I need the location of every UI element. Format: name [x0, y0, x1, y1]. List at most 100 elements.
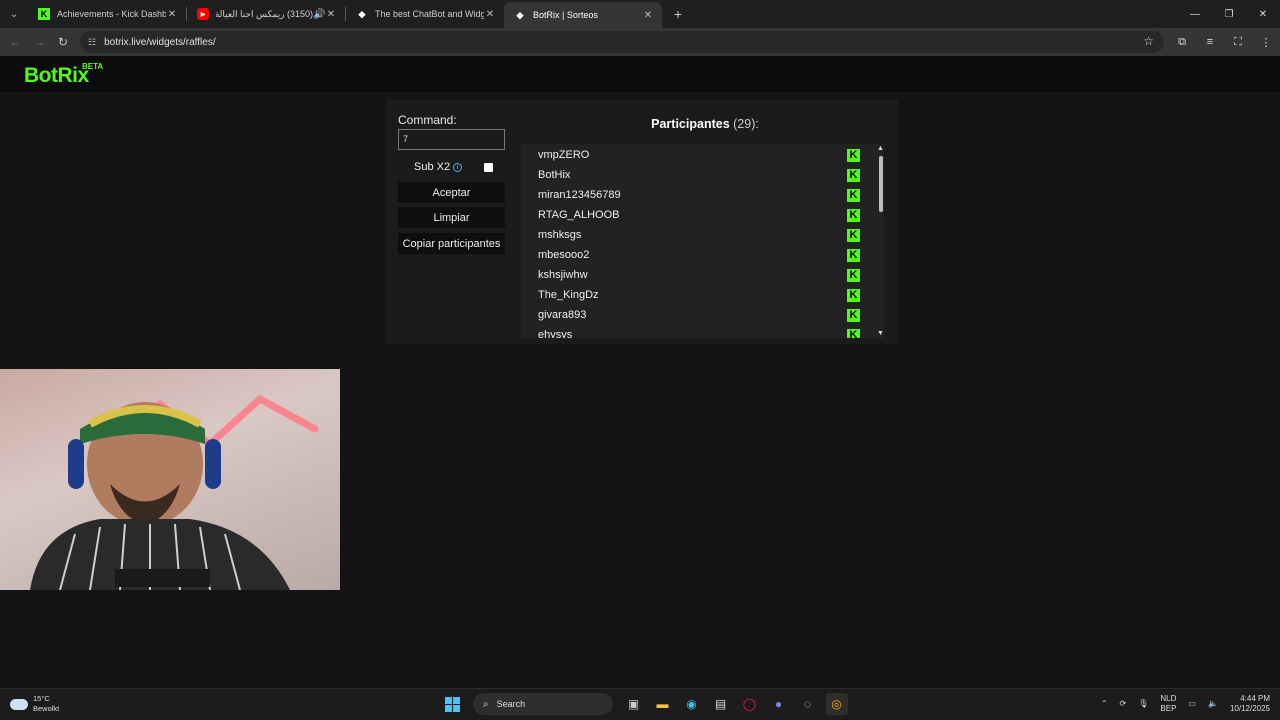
kick-icon: K	[847, 209, 860, 222]
youtube-icon: ▶	[197, 8, 209, 20]
microphone-icon[interactable]: 🎙	[1138, 699, 1148, 709]
close-tab-icon[interactable]: ✕	[642, 10, 654, 21]
accept-button[interactable]: Aceptar	[398, 182, 505, 203]
minimize-icon[interactable]: —	[1178, 0, 1212, 28]
list-item[interactable]: vmpZERO K	[522, 145, 884, 165]
weather-temp: 15°C	[33, 694, 50, 703]
list-item[interactable]: ehysys K	[522, 325, 884, 338]
reading-list-icon[interactable]: ≡	[1196, 36, 1224, 48]
page-content: BotRix BETA Command: 7 Sub X2 i Aceptar …	[0, 56, 1280, 688]
search-icon: ⌕	[483, 698, 489, 710]
chrome-icon[interactable]: ◎	[825, 693, 848, 715]
list-item[interactable]: mshksgs K	[522, 225, 884, 245]
tab-kick-dashboard[interactable]: K Achievements - Kick Dashboard ✕	[28, 0, 186, 28]
network-icon[interactable]: ▭	[1188, 699, 1196, 709]
speaker-icon[interactable]: 🔊	[313, 9, 325, 20]
start-icon[interactable]	[442, 693, 464, 715]
beta-badge: BETA	[82, 62, 104, 71]
kick-icon: K	[847, 269, 860, 282]
back-arrow-icon[interactable]: ←	[3, 30, 27, 54]
bookmark-star-icon[interactable]: ☆	[1143, 34, 1154, 48]
kick-icon: K	[847, 189, 860, 202]
sub-x2-checkbox[interactable]	[484, 163, 493, 172]
sync-icon[interactable]: ⟳	[1120, 699, 1127, 709]
kick-icon: K	[847, 229, 860, 242]
cloud-icon	[10, 698, 28, 710]
close-tab-icon[interactable]: ✕	[325, 9, 337, 20]
command-label: Command:	[398, 113, 457, 127]
copy-participants-button[interactable]: Copiar participantes	[398, 233, 505, 254]
list-item[interactable]: mbesooo2 K	[522, 245, 884, 265]
clear-button[interactable]: Limpiar	[398, 207, 505, 228]
participant-name: mbesooo2	[538, 249, 590, 261]
taskbar-search[interactable]: ⌕ Search	[473, 693, 613, 715]
kick-icon: K	[38, 8, 50, 20]
close-tab-icon[interactable]: ✕	[484, 9, 496, 20]
tray-chevron-icon[interactable]: ⌃	[1101, 699, 1108, 709]
participant-name: RTAG_ALHOOB	[538, 209, 620, 221]
scroll-up-icon[interactable]: ▲	[877, 145, 884, 152]
streamer-silhouette	[30, 402, 290, 590]
restore-icon[interactable]: ❐	[1212, 0, 1246, 28]
list-item[interactable]: The_KingDz K	[522, 285, 884, 305]
participant-name: kshsjiwhw	[538, 269, 588, 281]
discord-icon[interactable]: ●	[768, 693, 790, 715]
tab-search-chevron-icon[interactable]: ⌄	[0, 0, 28, 28]
participants-title: Participantes (29):	[522, 117, 888, 131]
language-indicator[interactable]: NLD BEP	[1160, 694, 1176, 714]
kick-icon: K	[847, 309, 860, 322]
tab-youtube[interactable]: ▶ (3150) ريمكس احنا العيالة رد.. 🔊 ✕	[187, 0, 345, 28]
toolbar-actions: ⧉ ≡ ⛶ ⋮	[1168, 28, 1280, 56]
close-tab-icon[interactable]: ✕	[166, 9, 178, 20]
url-text: botrix.live/widgets/raffles/	[104, 36, 216, 48]
webcam-overlay	[0, 369, 340, 590]
new-tab-button[interactable]: +	[666, 6, 690, 22]
menu-kebab-icon[interactable]: ⋮	[1252, 36, 1280, 49]
tab-title: The best ChatBot and Widgets	[375, 9, 484, 19]
tab-title: BotRix | Sorteos	[533, 10, 598, 20]
extensions-icon[interactable]: ⧉	[1168, 36, 1196, 49]
list-item[interactable]: BotHix K	[522, 165, 884, 185]
site-info-icon[interactable]: ☷	[88, 37, 96, 48]
list-item[interactable]: RTAG_ALHOOB K	[522, 205, 884, 225]
address-bar[interactable]: ☷ botrix.live/widgets/raffles/ ☆	[80, 31, 1164, 53]
list-item[interactable]: miran123456789 K	[522, 185, 884, 205]
store-icon[interactable]: ▤	[710, 693, 732, 715]
edge-icon[interactable]: ◉	[681, 693, 703, 715]
reload-icon[interactable]: ↻	[51, 30, 75, 54]
sub-x2-label: Sub X2	[414, 161, 451, 173]
taskbar-apps: ⌕ Search ▣ ▬ ◉ ▤ ◯ ● ◌ ◎	[438, 693, 851, 715]
opera-gx-icon[interactable]: ◯	[739, 693, 761, 715]
botrix-icon: ◆	[516, 9, 524, 20]
clock[interactable]: 4:44 PM 10/12/2025	[1230, 694, 1270, 714]
participants-scrollbar[interactable]: ▲ ▼	[876, 144, 886, 338]
site-header: BotRix BETA	[0, 56, 1280, 92]
volume-icon[interactable]: 🔈	[1208, 699, 1218, 709]
participant-name: miran123456789	[538, 189, 621, 201]
translate-icon[interactable]: ⛶	[1224, 36, 1252, 49]
participant-name: ehysys	[538, 329, 573, 338]
tab-title: (3150) ريمكس احنا العيالة رد..	[216, 8, 313, 19]
command-input[interactable]: 7	[398, 129, 505, 150]
clock-time: 4:44 PM	[1240, 694, 1270, 703]
list-item[interactable]: kshsjiwhw K	[522, 265, 884, 285]
botrix-logo[interactable]: BotRix	[24, 64, 89, 88]
participant-name: vmpZERO	[538, 149, 590, 161]
scroll-down-icon[interactable]: ▼	[877, 330, 884, 337]
file-explorer-icon[interactable]: ▬	[652, 693, 674, 715]
task-view-icon[interactable]: ▣	[623, 693, 645, 715]
forward-arrow-icon[interactable]: →	[27, 30, 51, 54]
obs-icon[interactable]: ◌	[797, 693, 819, 715]
participants-list[interactable]: vmpZERO K BotHix K miran123456789 K RTAG_AL…	[522, 144, 884, 338]
raffle-panel: Command: 7 Sub X2 i Aceptar Limpiar Copi…	[386, 100, 898, 344]
scroll-thumb[interactable]	[879, 156, 883, 212]
close-window-icon[interactable]: ✕	[1246, 0, 1280, 28]
weather-widget[interactable]: 15°C Bewolkt	[10, 694, 59, 714]
info-icon[interactable]: i	[453, 163, 462, 172]
list-item[interactable]: givara893 K	[522, 305, 884, 325]
tab-botrix-home[interactable]: ◆ The best ChatBot and Widgets ✕	[346, 0, 504, 28]
kick-icon: K	[847, 289, 860, 302]
tab-botrix-sorteos[interactable]: ◆ BotRix | Sorteos ✕	[504, 2, 662, 28]
kick-icon: K	[847, 149, 860, 162]
tab-strip: ⌄ K Achievements - Kick Dashboard ✕ ▶ (3…	[0, 0, 1280, 28]
